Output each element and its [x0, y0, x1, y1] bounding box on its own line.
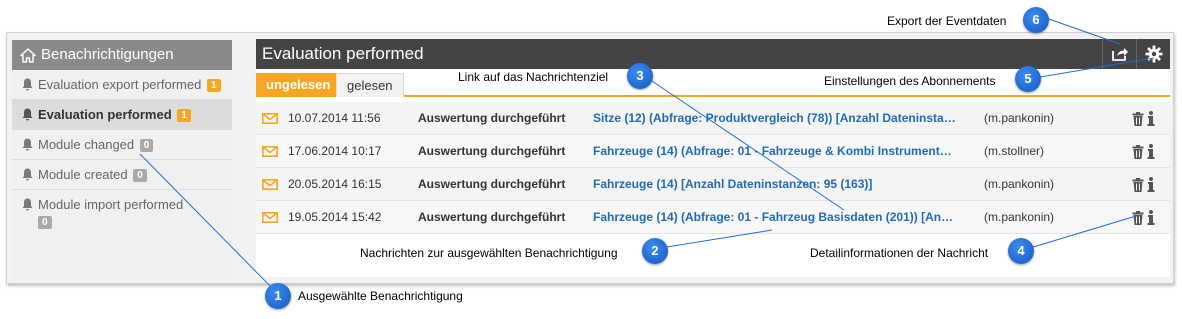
message-user: (m.pankonin) — [984, 111, 1055, 125]
callout-3-text: Link auf das Nachrichtenziel — [458, 70, 609, 84]
callout-1-text: Ausgewählte Benachrichtigung — [298, 289, 463, 303]
sidebar-item-label: Module created — [38, 167, 128, 182]
message-target-link[interactable]: Fahrzeuge (14) (Abfrage: 01 - Fahrzeuge … — [593, 135, 957, 168]
message-date: 19.05.2014 15:42 — [288, 210, 382, 224]
message-type: Auswertung durchgeführt — [418, 111, 566, 125]
bell-icon — [22, 198, 33, 211]
callout-1-badge: 1 — [265, 283, 291, 309]
sidebar-item-label: Evaluation export performed — [38, 77, 202, 92]
sidebar-header: Benachrichtigungen — [12, 40, 232, 70]
bell-icon — [22, 78, 33, 91]
unread-count-badge: 0 — [38, 216, 52, 230]
bell-icon — [22, 108, 33, 121]
callout-4-badge: 4 — [1008, 238, 1034, 264]
message-date: 17.06.2014 10:17 — [288, 144, 382, 158]
callout-3-badge: 3 — [627, 63, 653, 89]
message-type: Auswertung durchgeführt — [418, 210, 566, 224]
message-date: 20.05.2014 16:15 — [288, 177, 382, 191]
envelope-icon — [262, 168, 280, 201]
message-list: 10.07.2014 11:56 Auswertung durchgeführt… — [256, 102, 1170, 234]
message-type: Auswertung durchgeführt — [418, 144, 566, 158]
delete-message-button[interactable] — [1132, 210, 1144, 225]
message-row: 10.07.2014 11:56 Auswertung durchgeführt… — [256, 102, 1170, 135]
trash-icon — [1132, 210, 1144, 225]
callout-6-badge: 6 — [1023, 7, 1049, 33]
message-user: (m.pankonin) — [984, 210, 1055, 224]
sidebar-item-label: Evaluation performed — [38, 107, 172, 122]
callout-2-text: Nachrichten zur ausgewählten Benachricht… — [360, 246, 618, 260]
message-user: (m.pankonin) — [984, 177, 1055, 191]
message-target-link[interactable]: Fahrzeuge (14) (Abfrage: 01 - Fahrzeug B… — [593, 201, 957, 234]
subscription-settings-button[interactable] — [1136, 39, 1170, 69]
message-details-button[interactable] — [1147, 144, 1155, 159]
sidebar-item-label: Module import performed — [38, 197, 184, 212]
message-row: 19.05.2014 15:42 Auswertung durchgeführt… — [256, 201, 1170, 234]
home-icon[interactable] — [20, 47, 36, 63]
envelope-icon — [262, 135, 280, 168]
trash-icon — [1132, 177, 1144, 192]
message-date: 10.07.2014 11:56 — [288, 111, 381, 125]
panel-title: Evaluation performed — [262, 44, 424, 63]
message-target-link[interactable]: Fahrzeuge (14) [Anzahl Dateninstanzen: 9… — [593, 168, 957, 201]
message-details-button[interactable] — [1147, 177, 1155, 192]
trash-icon — [1132, 111, 1144, 126]
info-icon — [1147, 111, 1155, 126]
unread-count-badge: 1 — [206, 79, 221, 93]
share-export-icon — [1111, 48, 1128, 61]
trash-icon — [1132, 144, 1144, 159]
tab-read[interactable]: gelesen — [336, 73, 404, 97]
sidebar-item-module-created[interactable]: Module created 0 — [12, 160, 232, 190]
delete-message-button[interactable] — [1132, 177, 1144, 192]
tab-unread[interactable]: ungelesen — [256, 73, 341, 97]
info-icon — [1147, 210, 1155, 225]
envelope-icon — [262, 102, 280, 135]
sidebar-item-label: Module changed — [38, 137, 135, 152]
message-details-button[interactable] — [1147, 210, 1155, 225]
sidebar-item-evaluation-performed[interactable]: Evaluation performed 1 — [12, 100, 232, 130]
bell-icon — [22, 168, 33, 181]
delete-message-button[interactable] — [1132, 144, 1144, 159]
sidebar-item-module-changed[interactable]: Module changed 0 — [12, 130, 232, 160]
sidebar-item-evaluation-export-performed[interactable]: Evaluation export performed 1 — [12, 70, 232, 100]
unread-count-badge: 0 — [139, 139, 154, 153]
envelope-icon — [262, 201, 280, 234]
message-type: Auswertung durchgeführt — [418, 177, 566, 191]
message-details-button[interactable] — [1147, 111, 1155, 126]
panel-header: Evaluation performed — [256, 39, 1170, 69]
callout-6-text: Export der Eventdaten — [887, 14, 1007, 28]
info-icon — [1147, 177, 1155, 192]
message-user: (m.stollner) — [984, 144, 1045, 158]
delete-message-button[interactable] — [1132, 111, 1144, 126]
callout-5-text: Einstellungen des Abonnements — [824, 74, 996, 88]
bell-icon — [22, 138, 33, 151]
message-row: 20.05.2014 16:15 Auswertung durchgeführt… — [256, 168, 1170, 201]
callout-2-badge: 2 — [642, 238, 668, 264]
export-button[interactable] — [1102, 39, 1136, 69]
notifications-sidebar: Benachrichtigungen Evaluation export per… — [12, 40, 232, 280]
message-row: 17.06.2014 10:17 Auswertung durchgeführt… — [256, 135, 1170, 168]
info-icon — [1147, 144, 1155, 159]
sidebar-title: Benachrichtigungen — [41, 46, 174, 63]
sidebar-item-module-import-performed[interactable]: Module import performed 0 — [12, 190, 232, 236]
callout-4-text: Detailinformationen der Nachricht — [810, 246, 989, 260]
message-target-link[interactable]: Sitze (12) (Abfrage: Produktvergleich (7… — [593, 102, 957, 135]
unread-count-badge: 0 — [133, 169, 147, 183]
gear-icon — [1145, 45, 1162, 63]
unread-count-badge: 1 — [177, 109, 191, 123]
callout-5-badge: 5 — [1015, 66, 1041, 92]
